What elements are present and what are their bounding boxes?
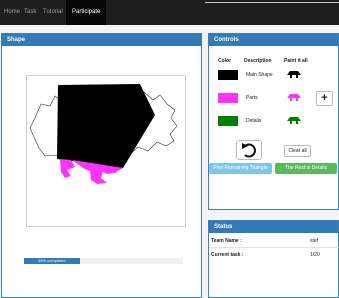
- status-divider: [209, 247, 339, 248]
- color-swatch-parts[interactable]: [218, 93, 238, 103]
- current-task-label: Current task :: [211, 252, 244, 258]
- nav-participate[interactable]: Participate: [66, 0, 107, 25]
- first-remaining-triangle-button[interactable]: First Remaining Triangle: [209, 163, 272, 174]
- description-parts: Parts: [246, 95, 258, 101]
- nav-divider: [205, 2, 339, 3]
- tangram-shape[interactable]: [27, 76, 185, 226]
- progress-bar: 35% completed: [24, 258, 183, 264]
- paint-all-main-shape-icon[interactable]: [285, 69, 303, 79]
- nav-task[interactable]: Task: [24, 0, 36, 25]
- progress-fill: 35% completed: [24, 258, 80, 264]
- team-name-value: stef: [310, 238, 319, 244]
- description-main-shape: Main Shape: [246, 72, 273, 78]
- color-swatch-main-shape[interactable]: [218, 70, 238, 80]
- controls-panel: Controls Color Description Paint it all …: [208, 33, 339, 210]
- undo-button[interactable]: [236, 140, 262, 160]
- current-task-value: 1/20: [310, 252, 320, 258]
- description-details: Details: [246, 118, 262, 124]
- parts-piece-left: [60, 159, 75, 178]
- clear-all-button[interactable]: Clear all: [284, 145, 311, 157]
- add-row-button[interactable]: +: [316, 91, 333, 106]
- status-panel-title: Status: [209, 221, 338, 233]
- shape-canvas[interactable]: [26, 75, 186, 227]
- team-name-label: Team Name :: [211, 238, 242, 244]
- nav-tutorial[interactable]: Tutorial: [43, 0, 63, 25]
- paint-all-parts-icon[interactable]: [285, 92, 303, 102]
- nav-home[interactable]: Home: [4, 0, 20, 25]
- undo-icon: [242, 143, 256, 158]
- shape-panel: Shape 35% completed: [1, 33, 202, 298]
- top-navbar: Home Task Tutorial Participate: [0, 0, 339, 25]
- parts-piece-right: [90, 171, 107, 184]
- color-column-header: Color: [218, 58, 232, 64]
- rest-is-details-button[interactable]: The Rest is Details: [275, 163, 337, 174]
- status-panel: Status Team Name : stef Current task : 1…: [208, 220, 339, 298]
- description-column-header: Description: [244, 58, 272, 64]
- color-swatch-details[interactable]: [218, 116, 238, 126]
- shape-panel-title: Shape: [2, 34, 201, 46]
- paint-all-details-icon[interactable]: [285, 115, 303, 125]
- controls-panel-title: Controls: [209, 34, 338, 46]
- main-shape-piece: [57, 84, 155, 168]
- paint-column-header: Paint it all: [284, 58, 308, 64]
